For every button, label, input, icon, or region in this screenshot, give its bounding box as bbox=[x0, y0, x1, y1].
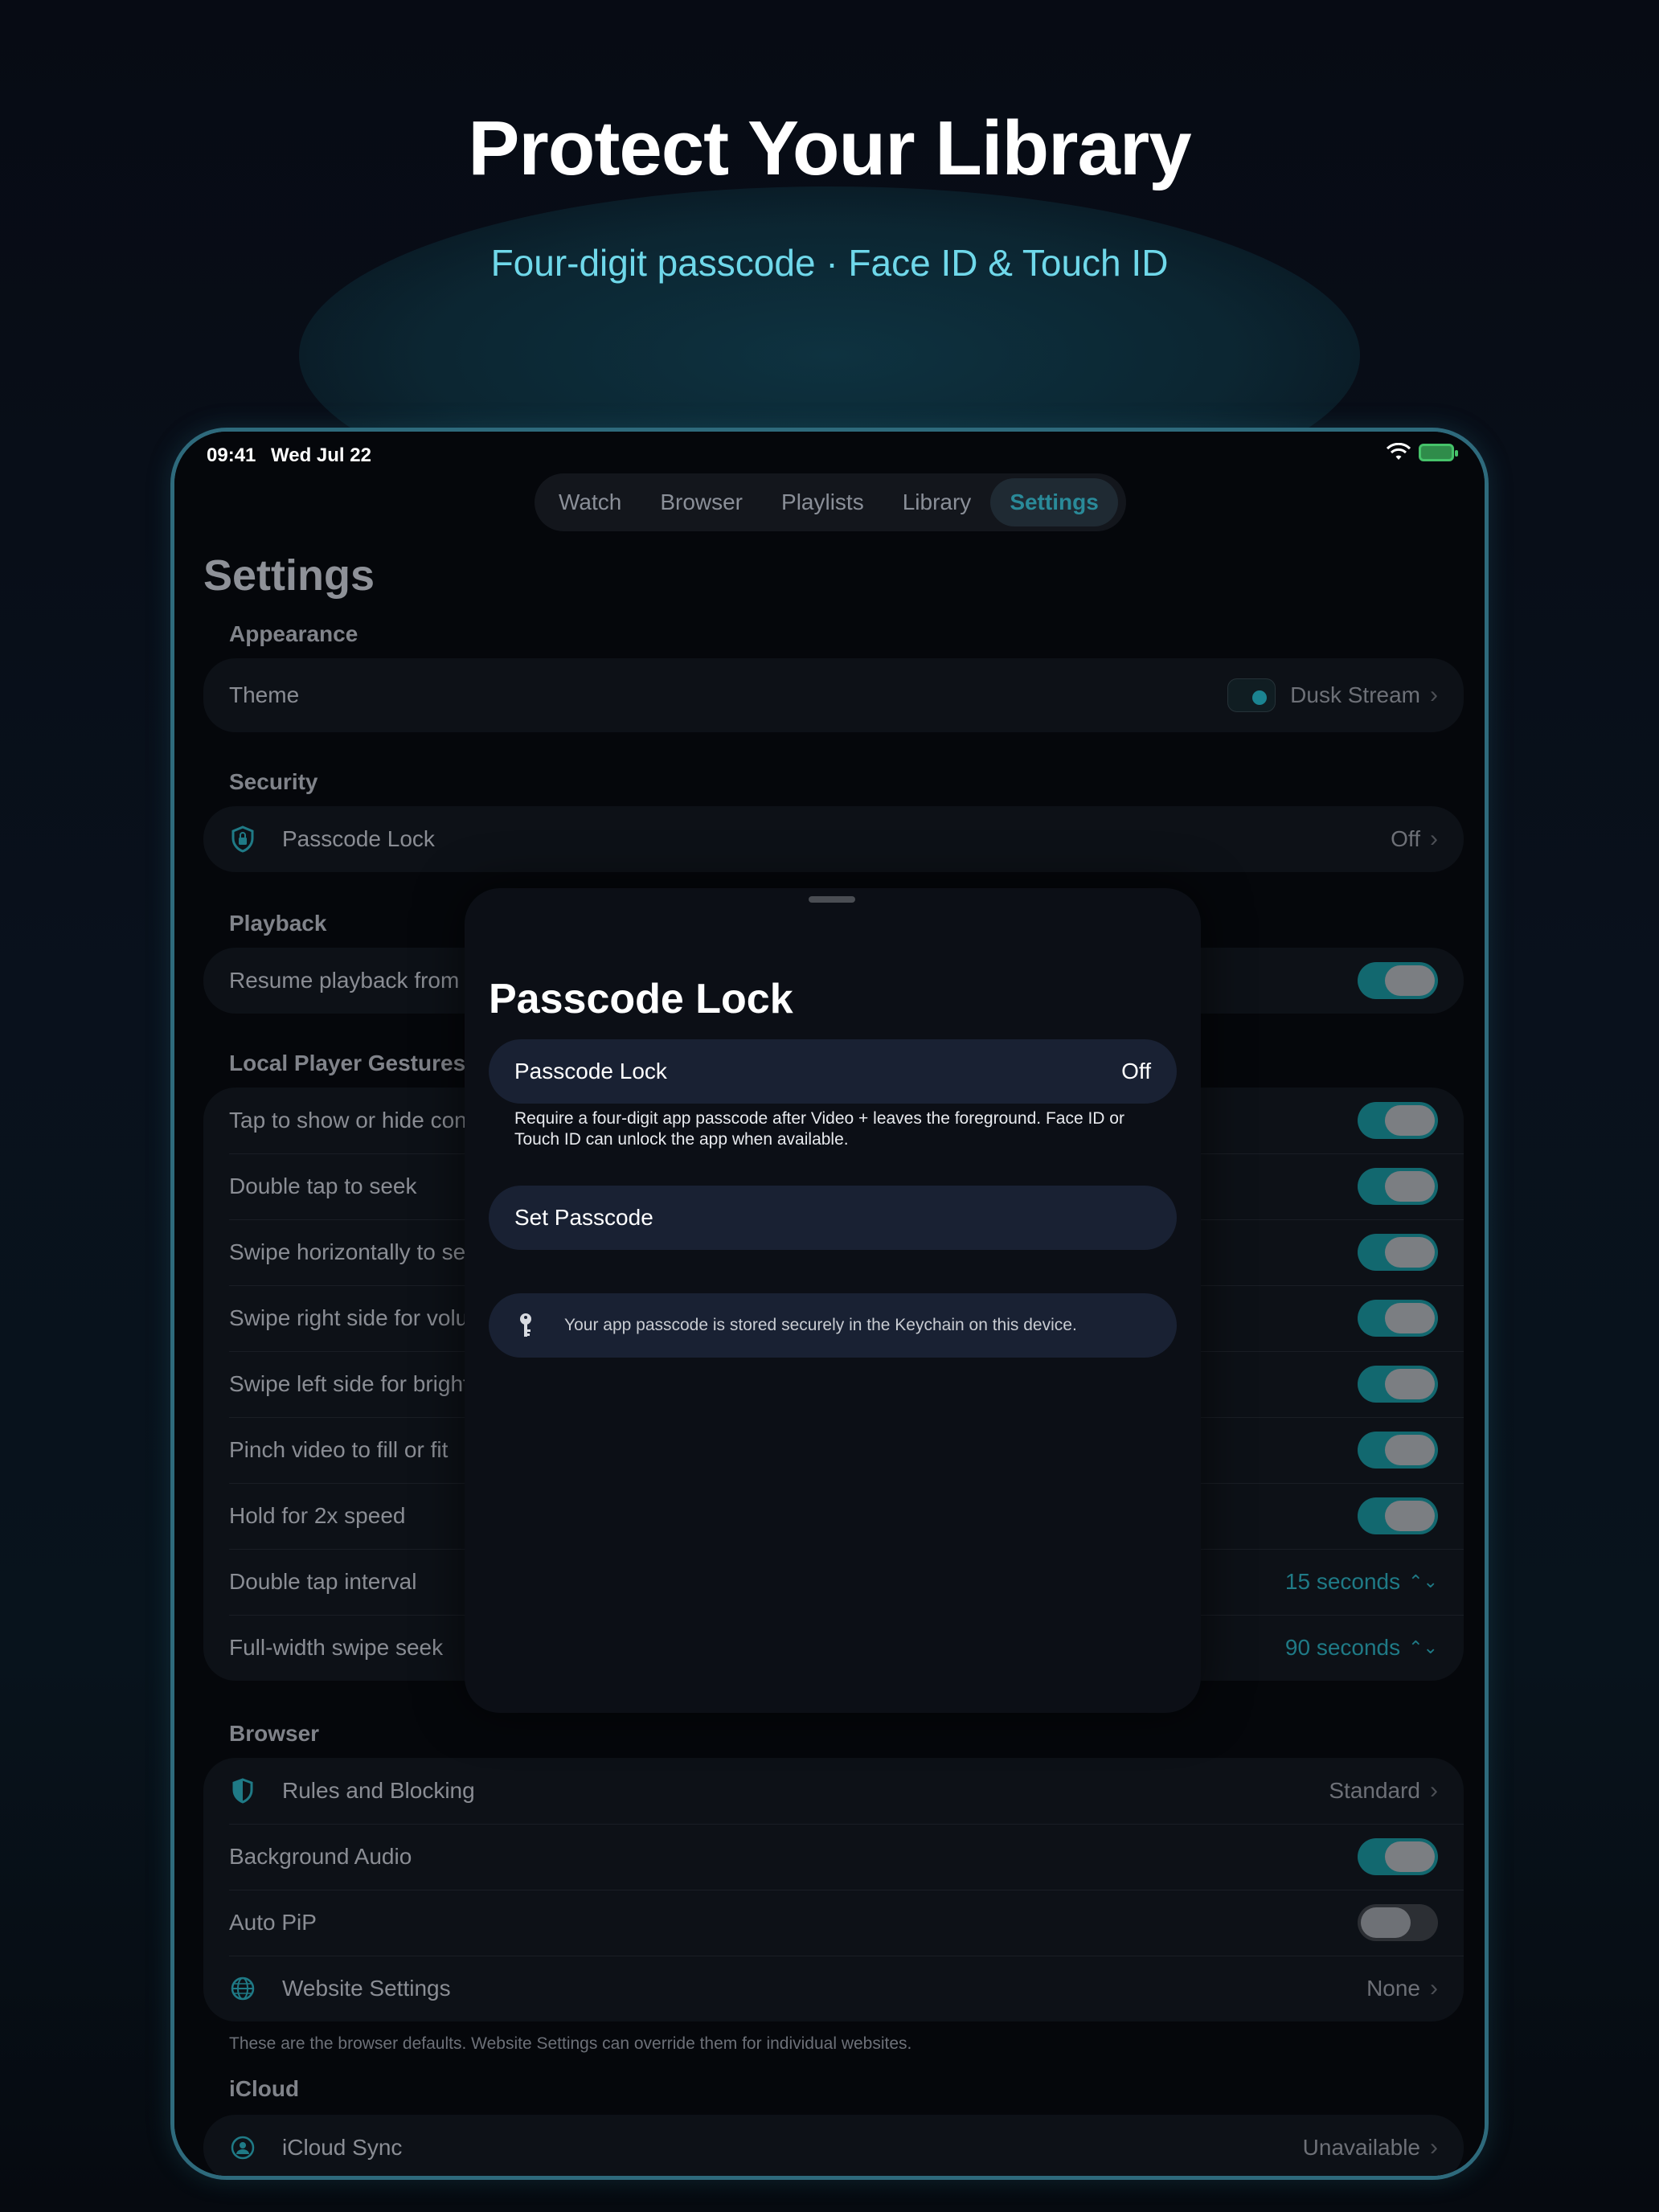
auto-pip-row: Auto PiP bbox=[203, 1890, 1464, 1956]
tablet-frame: 09:41 Wed Jul 22 Watch Browser Playlists… bbox=[170, 428, 1489, 2180]
full-width-swipe-label: Full-width swipe seek bbox=[229, 1635, 444, 1660]
chevron-right-icon: › bbox=[1430, 682, 1438, 708]
chevron-right-icon: › bbox=[1430, 1975, 1438, 2001]
gesture-toggle[interactable] bbox=[1358, 1102, 1438, 1139]
tab-playlists[interactable]: Playlists bbox=[762, 478, 883, 526]
gesture-toggle[interactable] bbox=[1358, 1234, 1438, 1271]
tab-library[interactable]: Library bbox=[883, 478, 991, 526]
passcode-lock-sheet: Passcode Lock Passcode Lock Off Require … bbox=[465, 888, 1201, 1713]
set-passcode-label: Set Passcode bbox=[514, 1205, 653, 1230]
icloud-sync-row[interactable]: iCloud Sync Unavailable › bbox=[203, 2115, 1464, 2176]
section-header-icloud: iCloud bbox=[229, 2076, 300, 2101]
background-audio-toggle[interactable] bbox=[1358, 1838, 1438, 1875]
gesture-toggle[interactable] bbox=[1358, 1300, 1438, 1337]
chevron-right-icon: › bbox=[1430, 1777, 1438, 1804]
status-indicators bbox=[1387, 443, 1458, 462]
rules-blocking-value: Standard bbox=[1329, 1778, 1420, 1803]
sheet-description: Require a four-digit app passcode after … bbox=[514, 1109, 1124, 1149]
chevron-right-icon: › bbox=[1430, 825, 1438, 852]
sheet-passcode-lock-label: Passcode Lock bbox=[514, 1059, 667, 1083]
rules-blocking-row[interactable]: Rules and Blocking Standard › bbox=[203, 1758, 1464, 1824]
page-title: Settings bbox=[203, 551, 375, 600]
wifi-icon bbox=[1387, 443, 1411, 460]
theme-value: Dusk Stream bbox=[1290, 682, 1420, 707]
section-header-gestures: Local Player Gestures bbox=[229, 1051, 466, 1075]
section-header-browser: Browser bbox=[229, 1721, 320, 1746]
icloud-person-icon bbox=[229, 2134, 256, 2161]
chevron-up-down-icon: ⌃⌄ bbox=[1408, 1571, 1438, 1591]
key-icon bbox=[514, 1312, 537, 1339]
icloud-sync-value: Unavailable bbox=[1302, 2135, 1420, 2160]
tab-browser[interactable]: Browser bbox=[641, 478, 762, 526]
gesture-label: Double tap to seek bbox=[229, 1174, 417, 1198]
double-tap-interval-label: Double tap interval bbox=[229, 1569, 417, 1594]
shield-lock-icon bbox=[229, 825, 256, 853]
website-settings-row[interactable]: Website Settings None › bbox=[203, 1956, 1464, 2022]
passcode-lock-value: Off bbox=[1391, 826, 1420, 851]
marketing-headline: Protect Your Library bbox=[468, 105, 1191, 191]
gesture-label: Swipe left side for bright bbox=[229, 1371, 469, 1396]
browser-card: Rules and Blocking Standard › Background… bbox=[203, 1758, 1464, 2022]
status-time: 09:41 bbox=[207, 444, 256, 466]
sheet-grabber[interactable] bbox=[809, 896, 855, 903]
background-audio-row: Background Audio bbox=[203, 1824, 1464, 1890]
gesture-toggle[interactable] bbox=[1358, 1497, 1438, 1534]
resume-playback-toggle[interactable] bbox=[1358, 962, 1438, 999]
theme-label: Theme bbox=[229, 682, 300, 707]
gesture-label: Hold for 2x speed bbox=[229, 1503, 406, 1528]
auto-pip-label: Auto PiP bbox=[229, 1910, 317, 1935]
website-settings-label: Website Settings bbox=[282, 1976, 451, 2001]
theme-row[interactable]: Theme Dusk Stream › bbox=[203, 658, 1464, 732]
gesture-toggle[interactable] bbox=[1358, 1432, 1438, 1469]
gesture-toggle[interactable] bbox=[1358, 1366, 1438, 1403]
full-width-swipe-value: 90 seconds bbox=[1284, 1635, 1401, 1660]
resume-playback-label: Resume playback from la bbox=[229, 968, 483, 993]
rules-blocking-label: Rules and Blocking bbox=[282, 1778, 475, 1803]
browser-footnote: These are the browser defaults. Website … bbox=[229, 2034, 912, 2053]
tab-bar: Watch Browser Playlists Library Settings bbox=[535, 473, 1126, 531]
tab-settings[interactable]: Settings bbox=[990, 478, 1118, 526]
section-header-security: Security bbox=[229, 769, 318, 794]
gesture-label: Pinch video to fill or fit bbox=[229, 1437, 449, 1462]
background-audio-label: Background Audio bbox=[229, 1844, 412, 1869]
passcode-lock-label: Passcode Lock bbox=[282, 826, 435, 851]
double-tap-interval-value: 15 seconds bbox=[1284, 1569, 1401, 1594]
battery-icon bbox=[1419, 444, 1458, 461]
chevron-right-icon: › bbox=[1430, 2134, 1438, 2161]
website-settings-value: None bbox=[1366, 1976, 1420, 2001]
security-card: Passcode Lock Off › bbox=[203, 806, 1464, 872]
keychain-info-text: Your app passcode is stored securely in … bbox=[564, 1316, 1077, 1334]
gesture-toggle[interactable] bbox=[1358, 1168, 1438, 1205]
tab-watch[interactable]: Watch bbox=[539, 478, 641, 526]
globe-icon bbox=[229, 1975, 256, 2002]
marketing-subheadline: Four-digit passcode · Face ID & Touch ID bbox=[490, 242, 1169, 284]
chevron-up-down-icon: ⌃⌄ bbox=[1408, 1637, 1438, 1657]
appearance-card: Theme Dusk Stream › bbox=[203, 658, 1464, 732]
sheet-title: Passcode Lock bbox=[489, 976, 793, 1022]
icloud-sync-label: iCloud Sync bbox=[282, 2135, 403, 2160]
sheet-passcode-lock-row[interactable]: Passcode Lock Off bbox=[489, 1039, 1177, 1104]
gesture-label: Swipe horizontally to see bbox=[229, 1239, 478, 1264]
section-header-playback: Playback bbox=[229, 911, 327, 936]
section-header-appearance: Appearance bbox=[229, 621, 358, 646]
gesture-label: Swipe right side for volur bbox=[229, 1305, 476, 1330]
gesture-label: Tap to show or hide cont bbox=[229, 1108, 473, 1133]
sheet-passcode-lock-value: Off bbox=[1121, 1059, 1151, 1083]
auto-pip-toggle[interactable] bbox=[1358, 1904, 1438, 1941]
shield-half-icon bbox=[229, 1777, 256, 1804]
set-passcode-button[interactable]: Set Passcode bbox=[489, 1186, 1177, 1250]
theme-swatch-icon bbox=[1227, 678, 1276, 712]
app-screen: 09:41 Wed Jul 22 Watch Browser Playlists… bbox=[174, 432, 1485, 2176]
icloud-card: iCloud Sync Unavailable › bbox=[203, 2115, 1464, 2176]
status-date: Wed Jul 22 bbox=[271, 444, 371, 466]
keychain-info-banner: Your app passcode is stored securely in … bbox=[489, 1293, 1177, 1358]
passcode-lock-row[interactable]: Passcode Lock Off › bbox=[203, 806, 1464, 872]
